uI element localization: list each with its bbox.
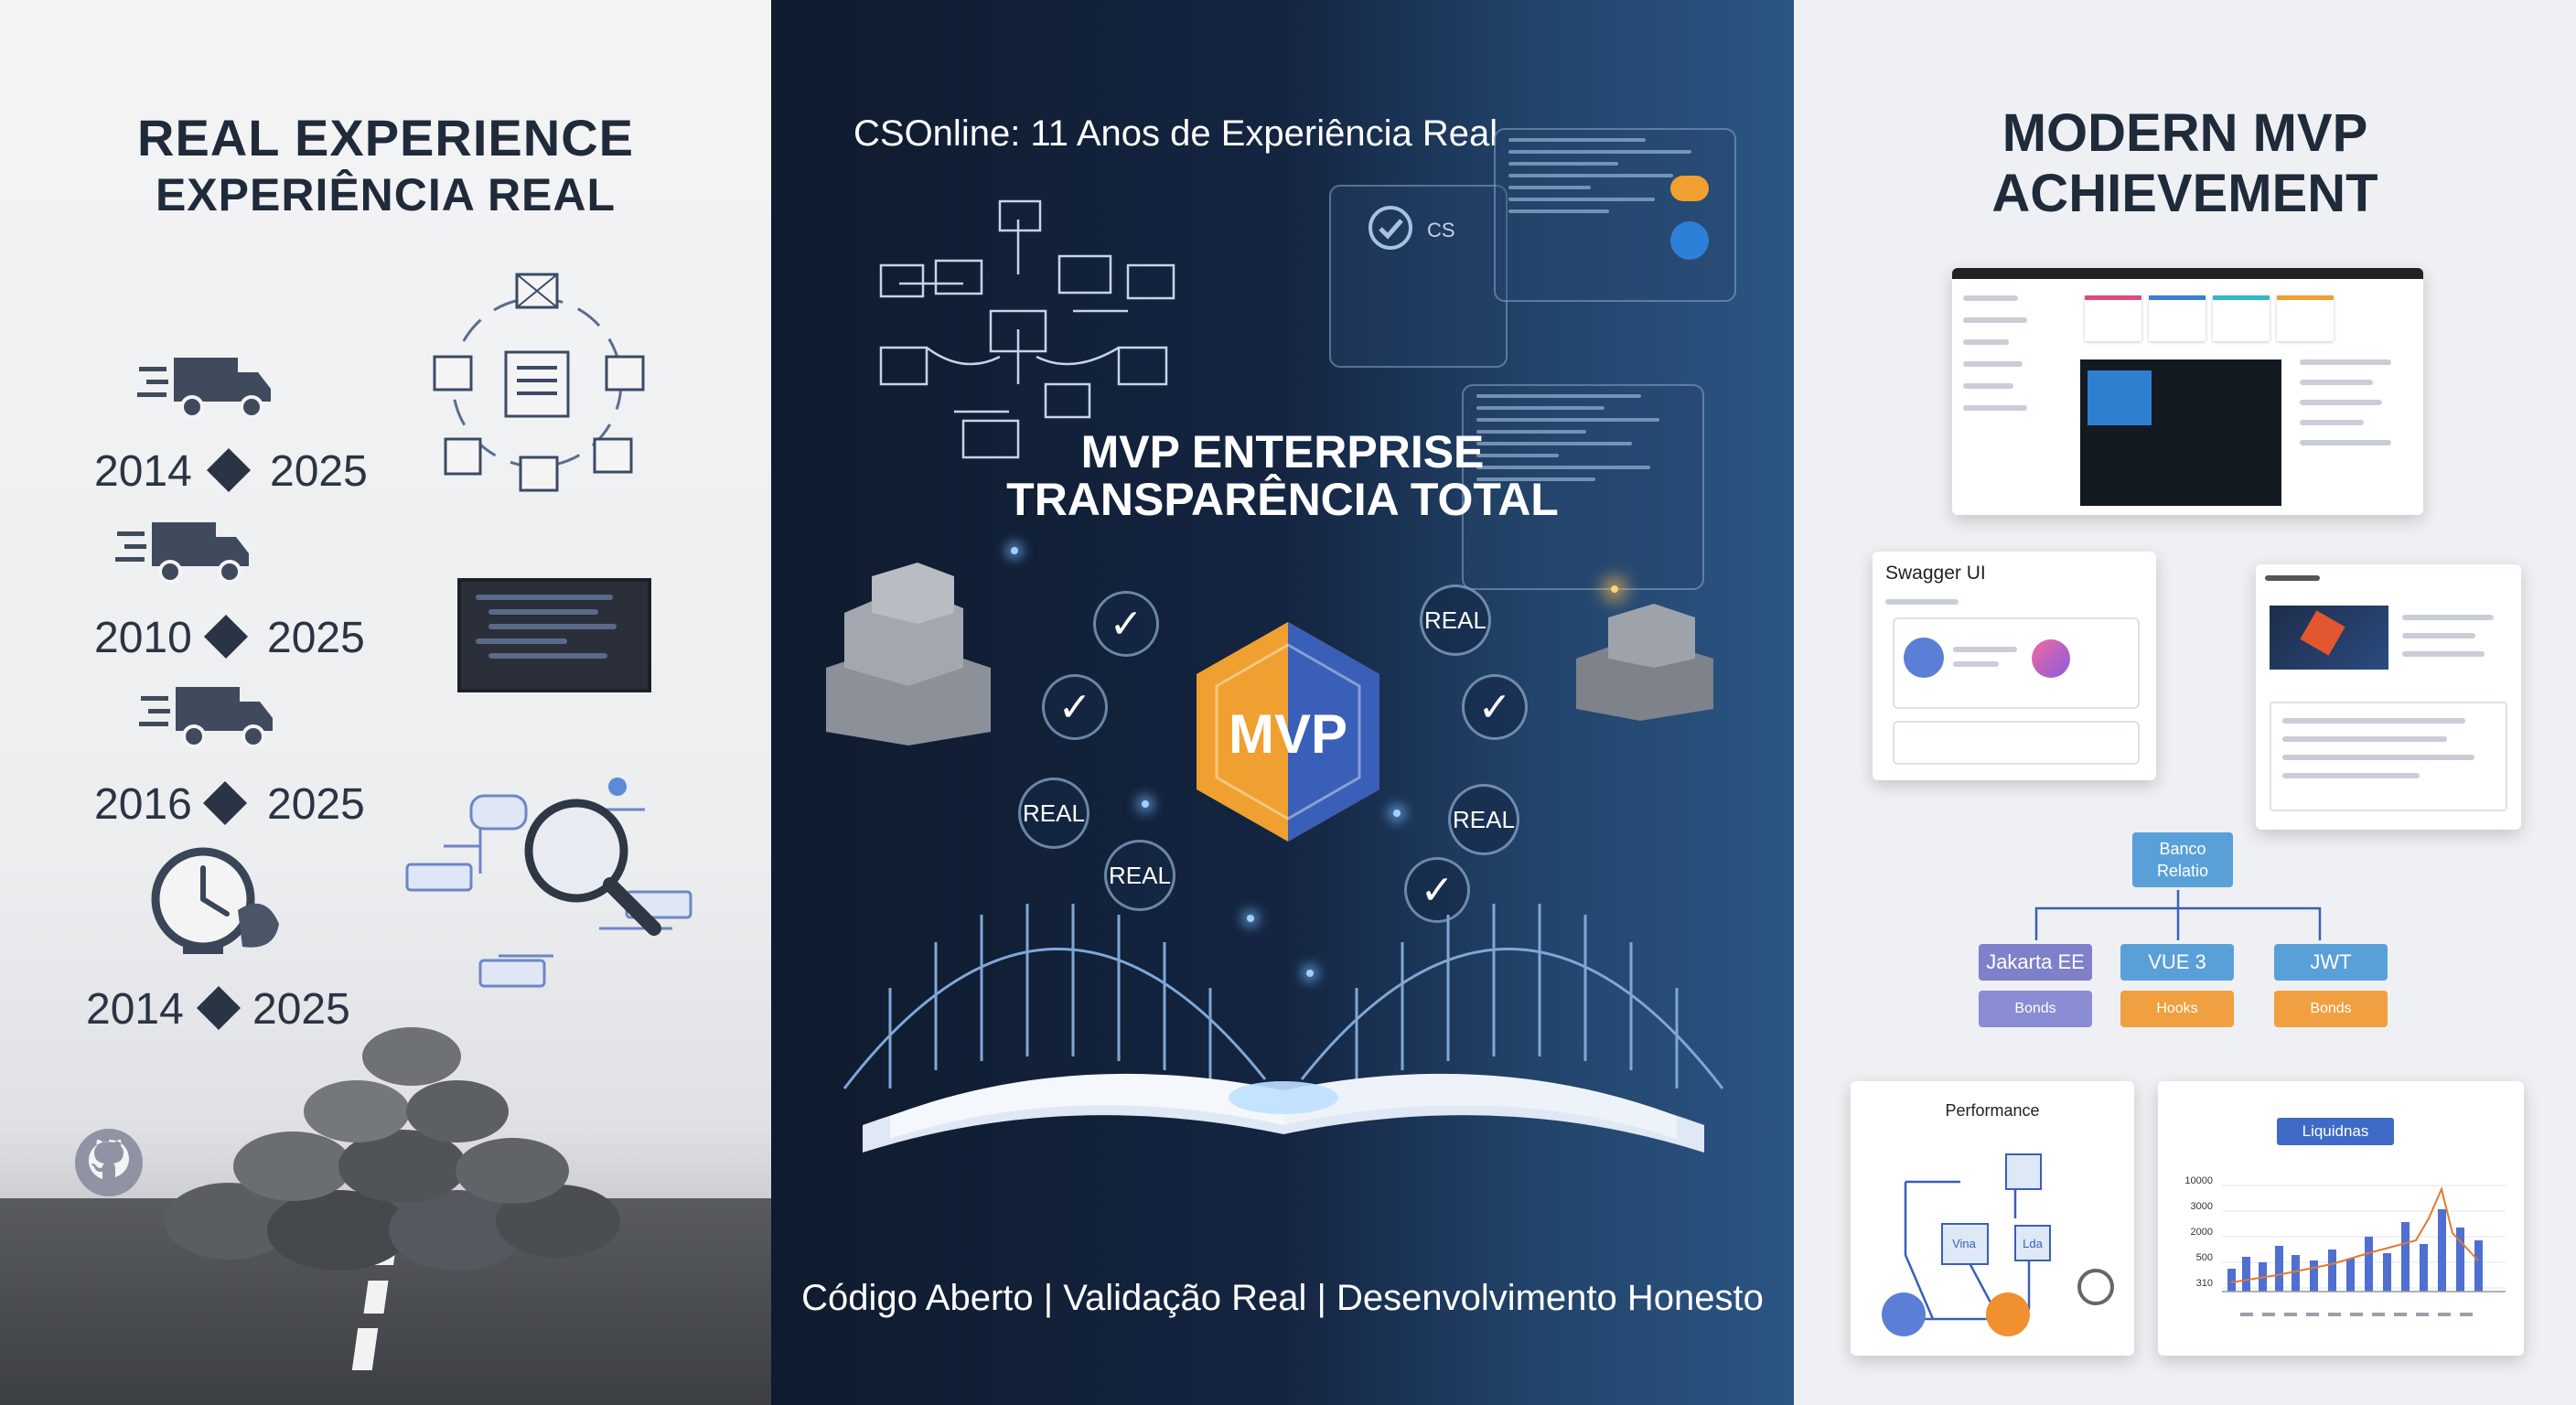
perf-node-right: Lda bbox=[2023, 1237, 2043, 1250]
check-circle-icon: ✓ bbox=[1042, 674, 1108, 740]
diagram-root: Banco Relatio bbox=[2132, 832, 2233, 887]
right-title-line2: ACHIEVEMENT bbox=[1991, 164, 2378, 223]
right-title-line1: MODERN MVP bbox=[2002, 103, 2368, 163]
headline-line1: MVP ENTERPRISE bbox=[1080, 426, 1485, 477]
real-badge: REAL bbox=[1420, 585, 1491, 656]
bridge-book bbox=[843, 904, 1724, 1153]
mvp-badge-label: MVP bbox=[1228, 703, 1348, 765]
chart-card: Liquidnas 10000 3000 2000 500 310 bbox=[2158, 1081, 2524, 1356]
cubes-left bbox=[826, 563, 991, 745]
diagram-node-vue: VUE 3 bbox=[2120, 944, 2234, 981]
sparkle bbox=[1611, 585, 1618, 593]
chart-title: Liquidnas bbox=[2277, 1118, 2394, 1145]
sparkle bbox=[1247, 915, 1254, 922]
real-badge: REAL bbox=[1448, 784, 1519, 855]
rock-pile bbox=[165, 1027, 620, 1271]
truck-icon bbox=[139, 687, 273, 748]
y-tick: 500 bbox=[2195, 1252, 2213, 1263]
y-tick: 310 bbox=[2195, 1278, 2213, 1289]
workflow-cycle-icon bbox=[433, 273, 645, 492]
left-title-line1: REAL EXPERIENCE bbox=[137, 109, 634, 166]
headline-line2: TRANSPARÊNCIA TOTAL bbox=[1006, 474, 1559, 525]
cubes-right bbox=[1576, 604, 1713, 721]
center-footer: Código Aberto | Validação Real | Desenvo… bbox=[801, 1278, 1764, 1318]
swagger-title: Swagger UI bbox=[1885, 563, 1986, 584]
sparkle bbox=[1306, 970, 1314, 977]
performance-card: Performance Vina Lda bbox=[1851, 1081, 2134, 1356]
clock-icon bbox=[151, 847, 279, 954]
diamond-icon bbox=[206, 447, 252, 493]
diagram-node-jakarta: Jakarta EE bbox=[1979, 944, 2092, 981]
magnifier-network-icon bbox=[405, 778, 692, 988]
left-panel: REAL EXPERIENCE EXPERIÊNCIA REAL 2014 20… bbox=[0, 0, 771, 1405]
timeline-start-3: 2016 bbox=[94, 780, 192, 829]
right-panel: MODERN MVP ACHIEVEMENT Swagger UI Banco … bbox=[1794, 0, 2576, 1405]
y-tick: 10000 bbox=[2184, 1175, 2213, 1186]
chart-yaxis: 10000 3000 2000 500 310 bbox=[2176, 1168, 2213, 1296]
code-card-text: CS bbox=[1427, 219, 1455, 241]
sparkle bbox=[1011, 547, 1018, 554]
check-circle-icon: ✓ bbox=[1093, 591, 1159, 657]
diagram-sub-jwt: Bonds bbox=[2274, 991, 2388, 1027]
code-card bbox=[1494, 128, 1736, 302]
check-circle-icon: ✓ bbox=[1462, 674, 1528, 740]
bar-chart bbox=[2222, 1185, 2506, 1292]
real-badge: REAL bbox=[1018, 778, 1089, 849]
truck-icon bbox=[137, 358, 271, 419]
performance-graph bbox=[1882, 1153, 2114, 1336]
dashboard-card bbox=[1952, 268, 2423, 515]
performance-title: Performance bbox=[1945, 1101, 2040, 1120]
left-title-line2: EXPERIÊNCIA REAL bbox=[155, 169, 617, 220]
timeline-end-1: 2025 bbox=[270, 447, 368, 496]
y-tick: 3000 bbox=[2190, 1201, 2213, 1212]
y-tick: 2000 bbox=[2190, 1227, 2213, 1238]
swagger-card: Swagger UI bbox=[1873, 552, 2156, 780]
github-icon bbox=[75, 1129, 143, 1196]
sparkle bbox=[1142, 800, 1149, 808]
diamond-icon bbox=[202, 780, 248, 826]
center-panel: CSOnline: 11 Anos de Experiência Real CS bbox=[771, 0, 1794, 1405]
diagram-sub-vue: Hooks bbox=[2120, 991, 2234, 1027]
diagram-sub-jakarta: Bonds bbox=[1979, 991, 2092, 1027]
timeline-end-2: 2025 bbox=[267, 614, 365, 662]
check-badge-icon bbox=[1670, 221, 1709, 260]
game-card bbox=[2256, 564, 2521, 830]
timeline-start-2: 2010 bbox=[94, 614, 192, 662]
timeline-start-1: 2014 bbox=[94, 447, 192, 496]
diagram-node-jwt: JWT bbox=[2274, 944, 2388, 981]
toggle-badge bbox=[1670, 176, 1709, 201]
diamond-icon bbox=[203, 614, 249, 660]
center-header: CSOnline: 11 Anos de Experiência Real bbox=[853, 113, 1498, 154]
dark-console bbox=[2080, 359, 2281, 506]
code-card: CS bbox=[1329, 185, 1508, 368]
code-monitor bbox=[457, 578, 651, 692]
x-axis-ticks bbox=[2240, 1313, 2473, 1316]
perf-node-center: Vina bbox=[1952, 1237, 1976, 1250]
truck-icon bbox=[115, 522, 249, 584]
check-circle-icon bbox=[1368, 206, 1412, 250]
sparkle bbox=[1393, 810, 1401, 817]
diagram-connectors bbox=[2034, 890, 2322, 940]
timeline-end-3: 2025 bbox=[267, 780, 365, 829]
